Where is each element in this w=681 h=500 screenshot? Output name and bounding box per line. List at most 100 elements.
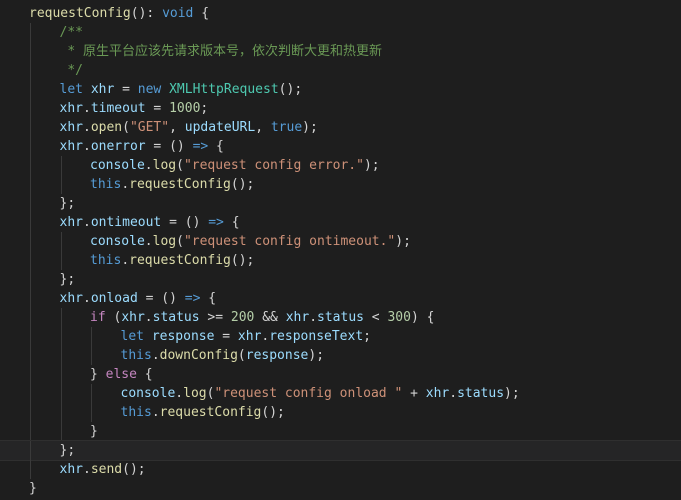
indent-guide	[30, 232, 31, 251]
code-token: .	[449, 386, 458, 401]
indent-guide	[30, 175, 31, 194]
code-line[interactable]: this.downConfig(response);	[0, 346, 681, 365]
code-text: }	[90, 422, 98, 441]
code-editor[interactable]: requestConfig(): void { /** * 原生平台应该先请求版本…	[0, 0, 681, 500]
code-token: &&	[254, 310, 286, 325]
code-token: XMLHttpRequest	[169, 82, 279, 97]
code-token: 200	[230, 310, 255, 325]
indent-guide	[91, 403, 92, 422]
code-text: this.downConfig(response);	[121, 346, 325, 365]
code-line[interactable]: let xhr = new XMLHttpRequest();	[0, 80, 681, 99]
code-token: .	[82, 101, 91, 116]
code-token: );	[302, 120, 318, 135]
code-token: =>	[192, 139, 209, 154]
indent-guide	[91, 346, 92, 365]
code-token: =	[145, 101, 170, 116]
code-token: ();	[230, 177, 255, 192]
code-token: xhr	[59, 215, 83, 230]
code-text: if (xhr.status >= 200 && xhr.status < 30…	[90, 308, 434, 327]
indent-guide	[30, 194, 31, 213]
code-line[interactable]: if (xhr.status >= 200 && xhr.status < 30…	[0, 308, 681, 327]
code-token: );	[363, 158, 380, 173]
indent-guide	[30, 384, 31, 403]
code-token: this	[120, 348, 152, 363]
code-line[interactable]: };	[0, 270, 681, 289]
indent-guide	[30, 80, 31, 99]
code-token: log	[183, 386, 207, 401]
code-token: requestConfig	[29, 6, 131, 21]
code-token: );	[308, 348, 325, 363]
indent-guide	[30, 365, 31, 384]
code-token: .	[121, 253, 130, 268]
code-line[interactable]: };	[0, 194, 681, 213]
code-token: console	[120, 386, 176, 401]
code-line[interactable]: this.requestConfig();	[0, 175, 681, 194]
code-token: this	[120, 405, 152, 420]
indent-guide	[30, 308, 31, 327]
code-line[interactable]: this.requestConfig();	[0, 251, 681, 270]
code-token: xhr	[59, 139, 83, 154]
code-line[interactable]: requestConfig(): void {	[0, 4, 681, 23]
indent-guide	[60, 251, 62, 270]
code-line[interactable]: xhr.timeout = 1000;	[0, 99, 681, 118]
code-token: .	[144, 234, 153, 249]
code-token: .	[309, 310, 318, 325]
code-line[interactable]: console.log("request config error.");	[0, 156, 681, 175]
code-line[interactable]: this.requestConfig();	[0, 403, 681, 422]
code-token: timeout	[90, 101, 146, 116]
indent-guide	[60, 327, 62, 346]
code-token: {	[200, 291, 217, 306]
code-token: {	[223, 215, 240, 230]
code-token: xhr	[59, 120, 83, 135]
indent-guide	[30, 251, 31, 270]
indent-guide	[30, 422, 31, 441]
indent-guide	[60, 422, 62, 441]
code-token: {	[193, 6, 210, 21]
code-line[interactable]: };	[0, 440, 681, 461]
code-token: .	[82, 215, 91, 230]
code-token: = ()	[137, 291, 185, 306]
code-token: ();	[261, 405, 285, 420]
code-line[interactable]: * 原生平台应该先请求版本号，依次判断大更和热更新	[0, 42, 681, 61]
code-line[interactable]: xhr.send();	[0, 460, 681, 479]
code-line[interactable]: */	[0, 61, 681, 80]
code-line[interactable]: console.log("request config ontimeout.")…	[0, 232, 681, 251]
code-token: void	[162, 6, 194, 21]
code-token: response	[151, 329, 215, 344]
code-token: downConfig	[159, 348, 238, 363]
code-line[interactable]: } else {	[0, 365, 681, 384]
code-token: ;	[200, 101, 209, 116]
indent-guide	[30, 270, 31, 289]
code-token: = ()	[161, 215, 209, 230]
code-line[interactable]: }	[0, 479, 681, 498]
code-token: .	[82, 291, 91, 306]
code-token: requestConfig	[159, 405, 262, 420]
code-token: ontimeout	[90, 215, 162, 230]
code-token: +	[402, 386, 426, 401]
code-line[interactable]: console.log("request config onload " + x…	[0, 384, 681, 403]
code-token: >=	[199, 310, 231, 325]
code-line[interactable]: }	[0, 422, 681, 441]
code-text: let xhr = new XMLHttpRequest();	[60, 80, 303, 99]
code-line[interactable]: xhr.open("GET", updateURL, true);	[0, 118, 681, 137]
code-token: }	[90, 367, 106, 382]
code-token: ;	[363, 329, 371, 344]
indent-guide	[30, 23, 31, 42]
code-token: "request config ontimeout."	[183, 234, 396, 249]
code-token: "GET"	[129, 120, 170, 135]
code-token: /**	[59, 25, 83, 40]
code-text: xhr.timeout = 1000;	[60, 99, 209, 118]
code-line[interactable]: xhr.onload = () => {	[0, 289, 681, 308]
indent-guide	[60, 346, 62, 365]
code-line[interactable]: xhr.ontimeout = () => {	[0, 213, 681, 232]
code-text: * 原生平台应该先请求版本号，依次判断大更和热更新	[60, 42, 382, 61]
code-token: =	[114, 82, 138, 97]
code-token: = ()	[145, 139, 193, 154]
code-line[interactable]: xhr.onerror = () => {	[0, 137, 681, 156]
indent-guide	[30, 289, 31, 308]
code-line[interactable]: let response = xhr.responseText;	[0, 327, 681, 346]
indent-guide	[30, 156, 31, 175]
code-line[interactable]: /**	[0, 23, 681, 42]
